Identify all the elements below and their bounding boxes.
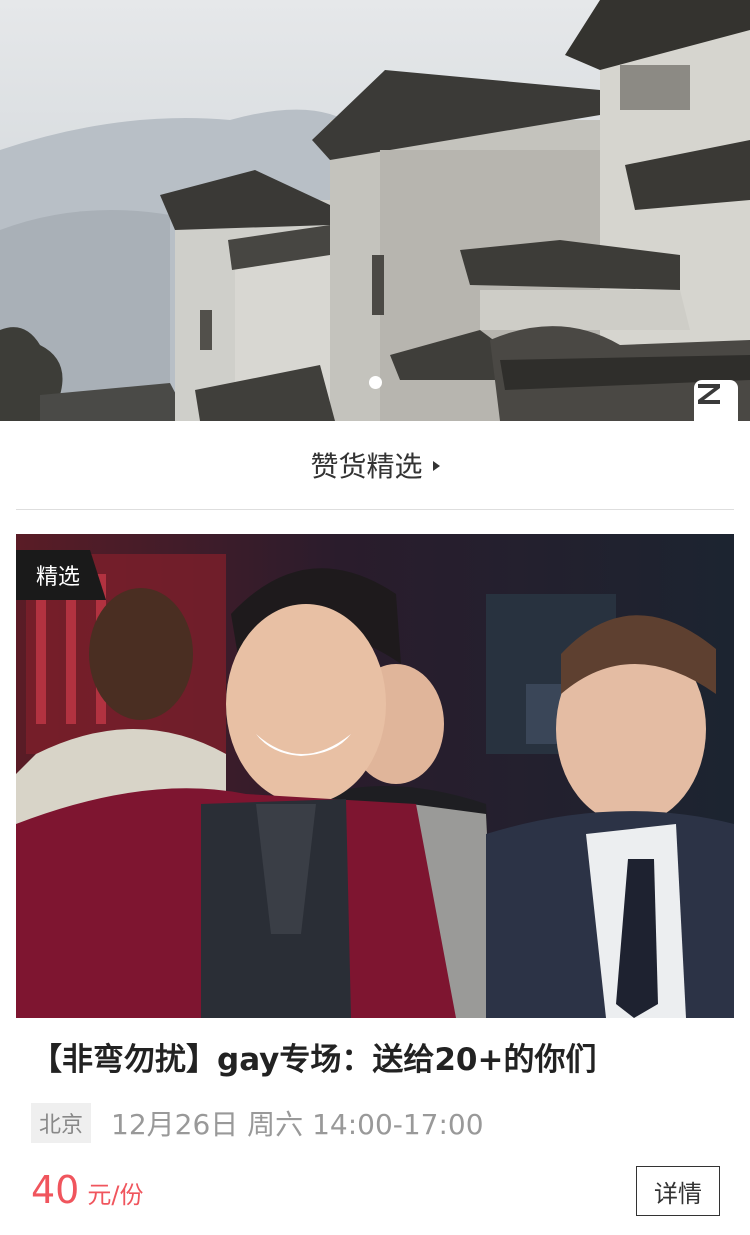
triangle-right-icon bbox=[432, 461, 440, 471]
section-title: 赞货精选 bbox=[310, 450, 423, 483]
event-meta: 北京 12月26日 周六 14:00-17:00 bbox=[31, 1103, 484, 1143]
event-title[interactable]: 【非弯勿扰】gay专场：送给20+的你们 bbox=[31, 1036, 721, 1084]
detail-button[interactable]: 详情 bbox=[636, 1166, 720, 1216]
event-price: 40 元/份 bbox=[31, 1168, 143, 1212]
carousel-dot-active[interactable] bbox=[368, 376, 382, 389]
event-cover-image[interactable]: 精选 bbox=[16, 534, 734, 1018]
event-photo bbox=[16, 534, 734, 1018]
section-featured-link[interactable]: 赞货精选 bbox=[0, 421, 750, 509]
carousel-indicator bbox=[0, 376, 750, 389]
event-time: 12月26日 周六 14:00-17:00 bbox=[111, 1108, 484, 1141]
z-logo-icon bbox=[694, 380, 738, 421]
banner-carousel[interactable] bbox=[0, 0, 750, 421]
banner-image bbox=[0, 0, 750, 421]
price-unit: 元/份 bbox=[87, 1181, 144, 1209]
city-badge: 北京 bbox=[31, 1103, 92, 1143]
section-divider bbox=[16, 509, 734, 510]
price-amount: 40 bbox=[31, 1168, 80, 1212]
